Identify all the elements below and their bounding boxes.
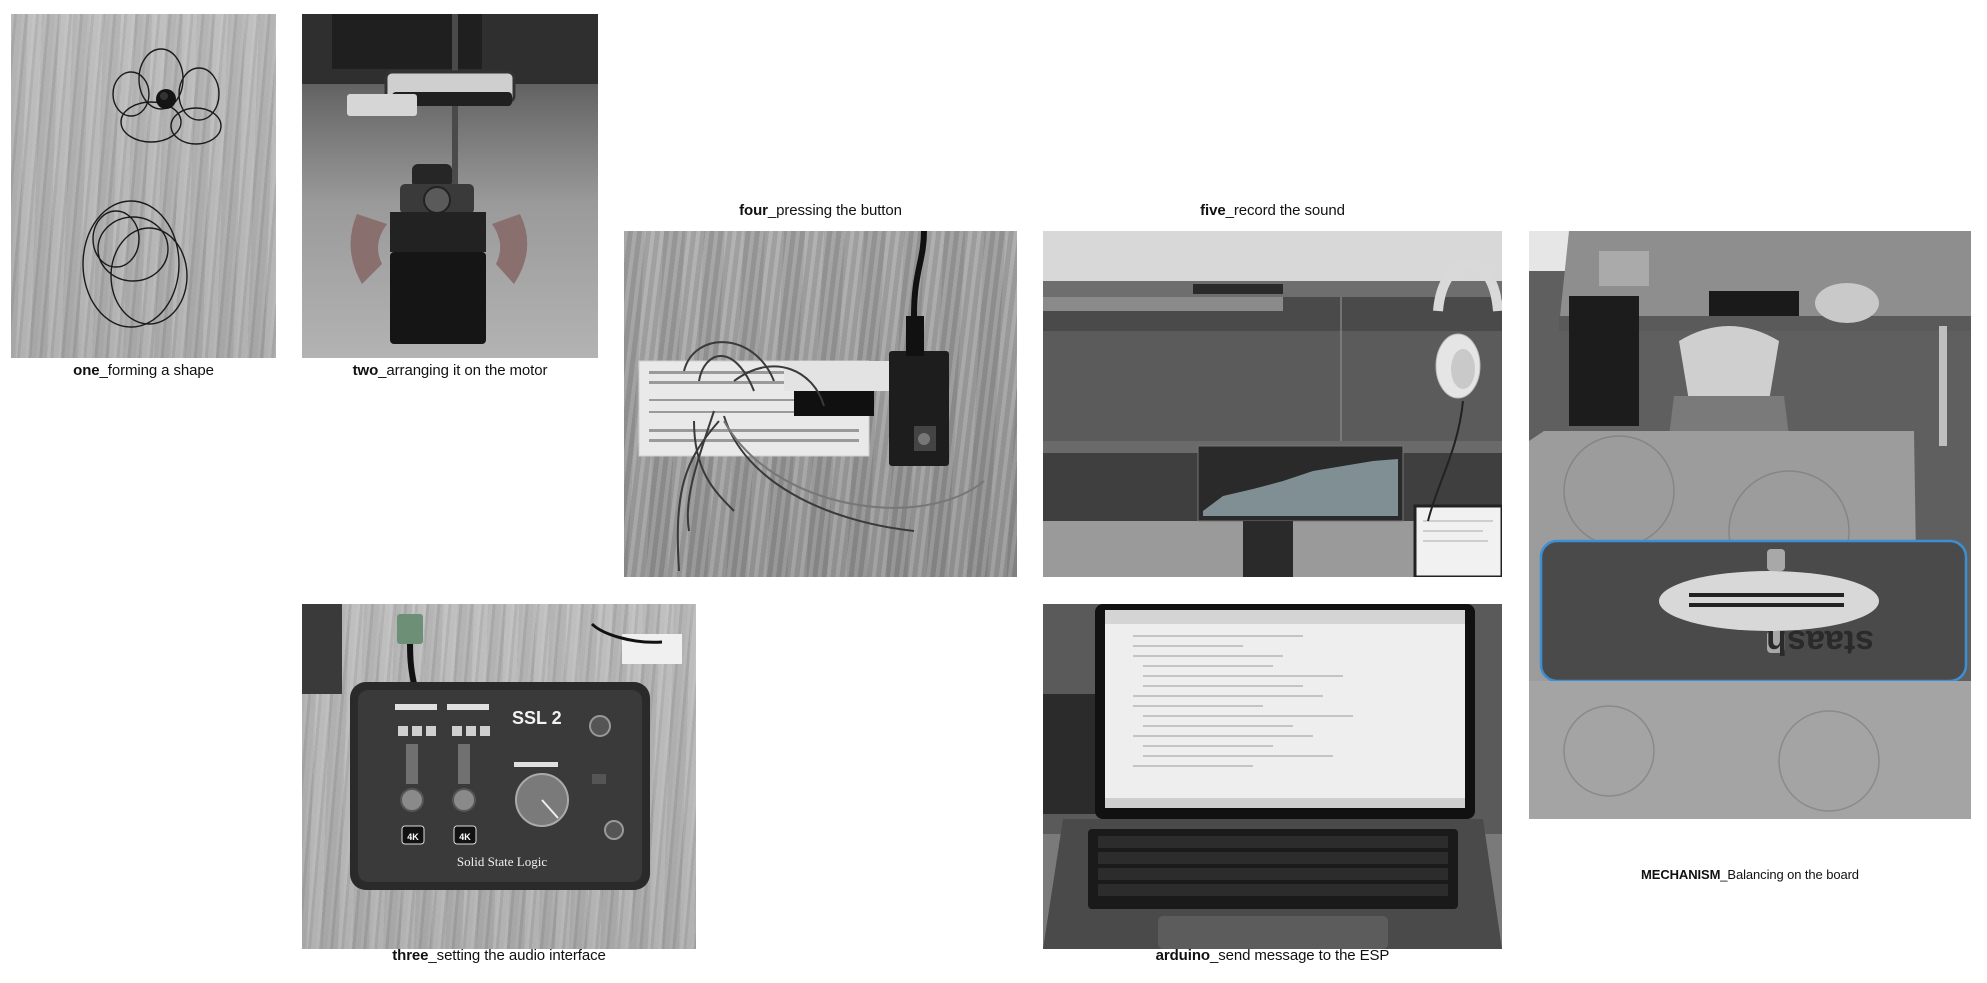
photo-three-audio-interface: 4K 4K SSL 2 Solid State Logic: [302, 604, 696, 949]
caption-one: one_forming a shape: [11, 362, 276, 379]
caption-arduino-text: _send message to the ESP: [1209, 947, 1390, 964]
caption-five-bold: five: [1200, 202, 1226, 219]
photo-four-breadboard: [624, 231, 1017, 577]
photo-arduino-laptop: [1043, 604, 1502, 949]
caption-five-text: _record the sound: [1225, 202, 1345, 219]
mat-brand-text: staash: [1766, 623, 1874, 661]
laptop-illustration: [1043, 604, 1502, 949]
motor-illustration: [302, 14, 598, 344]
ssl-4k-label-2: 4K: [459, 832, 471, 842]
caption-mechanism-text: _Balancing on the board: [1720, 867, 1859, 882]
photo-five-daw: [1043, 231, 1502, 577]
caption-four-bold: four: [739, 202, 768, 219]
photo-two-motor: [302, 14, 598, 358]
photo-mechanism-desk: staash: [1529, 231, 1971, 819]
desk-board-illustration: staash: [1529, 231, 1971, 819]
ssl-brand-text: Solid State Logic: [457, 854, 548, 869]
caption-mechanism-bold: MECHANISM: [1641, 867, 1721, 882]
audio-interface-illustration: 4K 4K SSL 2 Solid State Logic: [302, 604, 682, 890]
caption-four-text: _pressing the button: [767, 202, 902, 219]
ssl-4k-label-1: 4K: [407, 832, 419, 842]
caption-mechanism: MECHANISM_Balancing on the board: [1529, 867, 1971, 882]
caption-one-bold: one: [73, 362, 100, 379]
caption-four: four_pressing the button: [624, 202, 1017, 219]
wire-shapes-illustration: [82, 48, 222, 328]
caption-two: two_arranging it on the motor: [302, 362, 598, 379]
caption-three: three_setting the audio interface: [302, 947, 696, 964]
breadboard-illustration: [638, 231, 985, 572]
photo-one-wire-shapes: [11, 14, 276, 358]
caption-two-text: _arranging it on the motor: [378, 362, 548, 379]
caption-arduino-bold: arduino: [1155, 947, 1210, 964]
caption-five: five_record the sound: [1043, 202, 1502, 219]
daw-screen-illustration: [1043, 231, 1502, 577]
caption-three-bold: three: [392, 947, 429, 964]
caption-arduino: arduino_send message to the ESP: [1043, 947, 1502, 964]
ssl-logo-text: SSL 2: [512, 708, 562, 728]
caption-one-text: _forming a shape: [99, 362, 214, 379]
caption-three-text: _setting the audio interface: [428, 947, 606, 964]
caption-two-bold: two: [352, 362, 379, 379]
